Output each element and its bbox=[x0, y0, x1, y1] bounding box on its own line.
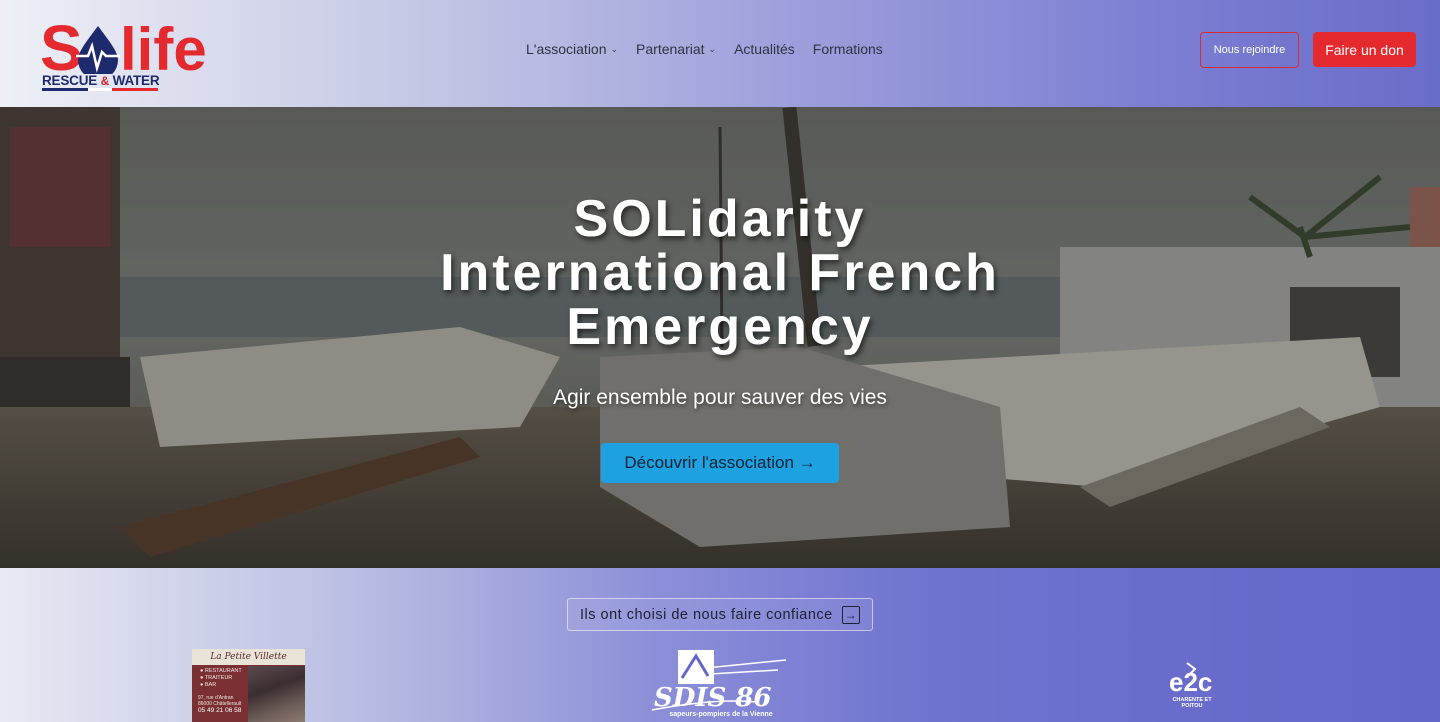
chevron-down-icon: ⌄ bbox=[708, 43, 717, 54]
trust-partners-label: Ils ont choisi de nous faire confiance bbox=[580, 606, 833, 623]
lpv-services: ● RESTAURANT ● TRAITEUR ● BAR bbox=[200, 668, 242, 688]
trust-partners-button[interactable]: Ils ont choisi de nous faire confiance → bbox=[567, 598, 873, 631]
logo-letters-life: life bbox=[120, 16, 207, 74]
nav-item-formations[interactable]: Formations bbox=[813, 41, 883, 57]
logo-flag-stripe bbox=[42, 88, 159, 91]
arrow-right-box-icon: → bbox=[842, 606, 860, 624]
site-header: S life RESCUE & WATER L'association ⌄ Par… bbox=[0, 0, 1440, 107]
e2c-subtitle: CHARENTE ET POITOU bbox=[1172, 697, 1212, 709]
sdis-subtitle: sapeurs-pompiers de la Vienne bbox=[669, 711, 773, 718]
solife-logo[interactable]: S life RESCUE & WATER bbox=[40, 12, 212, 94]
logo-letter-s: S bbox=[40, 12, 83, 74]
nav-item-partenariat[interactable]: Partenariat ⌄ bbox=[636, 41, 716, 57]
lpv-phone: 05 49 21 06 58 bbox=[198, 707, 242, 714]
partners-section: Ils ont choisi de nous faire confiance →… bbox=[0, 568, 1440, 722]
donate-button[interactable]: Faire un don bbox=[1313, 32, 1416, 67]
svg-text:e2c: e2c bbox=[1169, 667, 1212, 697]
lpv-photo bbox=[248, 666, 305, 722]
lpv-address: 97, rue d'Antran 86000 Châtellerault bbox=[198, 695, 242, 707]
join-button[interactable]: Nous rejoindre bbox=[1200, 32, 1299, 68]
main-nav: L'association ⌄ Partenariat ⌄ Actualités F… bbox=[526, 41, 901, 57]
nav-item-association[interactable]: L'association ⌄ bbox=[526, 41, 618, 57]
sdis-logo-icon: SDIS 86 bbox=[651, 650, 787, 713]
discover-association-button[interactable]: Découvrir l'association → bbox=[601, 443, 839, 483]
e2c-logo-icon: e2c bbox=[1169, 662, 1212, 697]
nav-item-actualites[interactable]: Actualités bbox=[734, 41, 795, 57]
svg-text:SDIS 86: SDIS 86 bbox=[654, 683, 772, 712]
solife-logo-mark: S life bbox=[40, 12, 207, 74]
hero-title: SOLidarity International French Emergenc… bbox=[440, 190, 1000, 356]
partner-logo-sdis86[interactable]: SDIS 86 sapeurs-pompiers de la Vienne bbox=[646, 648, 796, 722]
lpv-title: La Petite Villette bbox=[192, 649, 305, 665]
partner-logo-la-petite-villette[interactable]: La Petite Villette ● RESTAURANT ● TRAITE… bbox=[192, 649, 305, 722]
hero-section: SOLidarity International French Emergenc… bbox=[0, 107, 1440, 568]
chevron-down-icon: ⌄ bbox=[610, 43, 619, 54]
hero-subtitle: Agir ensemble pour sauver des vies bbox=[553, 386, 887, 409]
logo-tagline: RESCUE & WATER bbox=[42, 73, 160, 88]
partner-logo-e2c[interactable]: e2c CHARENTE ET POITOU bbox=[1165, 659, 1219, 715]
